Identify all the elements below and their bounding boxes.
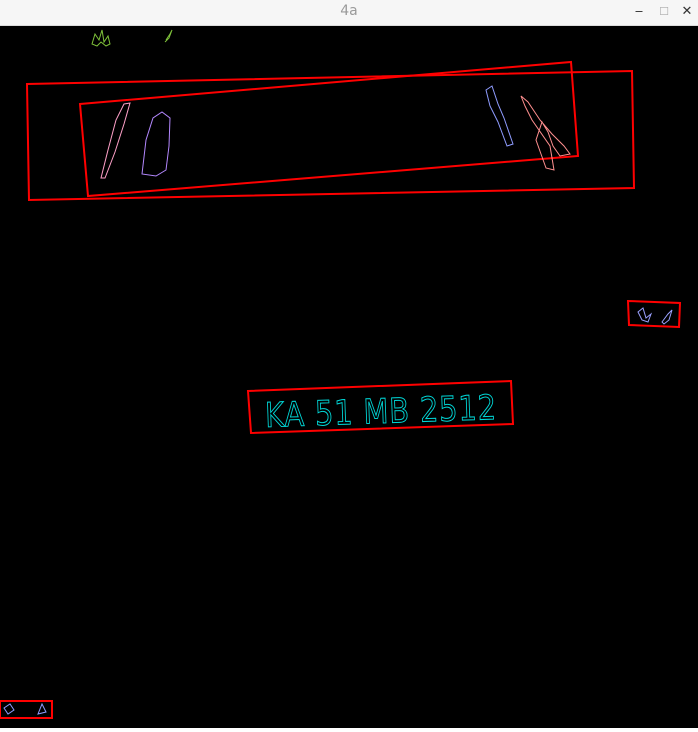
close-button[interactable]: ✕ [678,3,696,21]
pink-contour-left [100,102,131,179]
contour-image: KA 51 MB 2512 [0,29,682,719]
detection-box-right [626,299,682,329]
maximize-button[interactable]: ☐ [655,3,673,21]
green-edge-contours [91,29,173,47]
blue-contour [485,85,514,147]
image-canvas: KA 51 MB 2512 [0,26,698,728]
title-bar[interactable]: 4a ‒ ☐ ✕ [0,0,698,26]
bottom-left-contours [3,702,47,715]
license-plate-text: KA 51 MB 2512 [264,389,497,436]
purple-contour [141,111,171,177]
right-box-contours [637,307,673,325]
image-window: 4a ‒ ☐ ✕ KA 51 MB 2512 [0,0,698,728]
window-title: 4a [340,3,358,19]
minimize-button[interactable]: ‒ [630,3,648,21]
